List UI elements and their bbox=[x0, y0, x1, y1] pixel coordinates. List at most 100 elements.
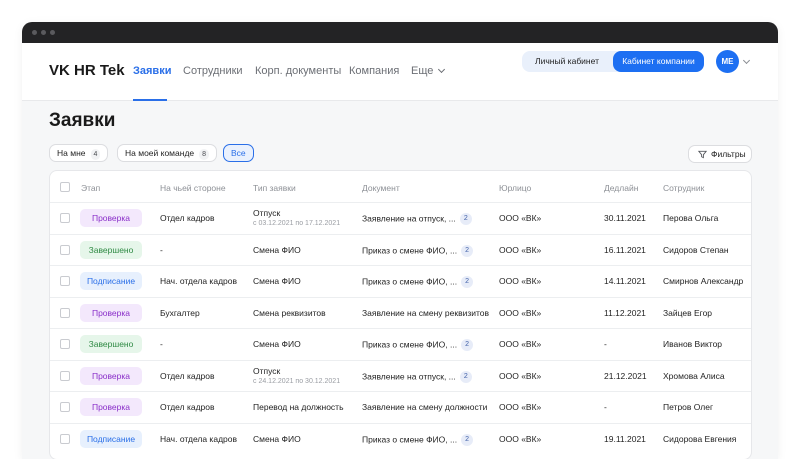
document-link[interactable]: Приказ о смене ФИО, ... bbox=[362, 339, 457, 349]
document-link[interactable]: Заявление на отпуск, ... bbox=[362, 371, 456, 381]
row-checkbox[interactable] bbox=[60, 339, 70, 349]
column-header-deadline[interactable]: Дедлайн bbox=[604, 183, 638, 193]
cell-employee: Зайцев Егор bbox=[663, 307, 713, 318]
status-badge: Проверка bbox=[80, 209, 142, 227]
row-checkbox[interactable] bbox=[60, 213, 70, 223]
cell-document[interactable]: Приказ о смене ФИО, ... 2 bbox=[362, 433, 474, 446]
cell-deadline: 19.11.2021 bbox=[604, 433, 646, 444]
column-header-type[interactable]: Тип заявки bbox=[253, 183, 296, 193]
cell-entity: ООО «ВК» bbox=[499, 433, 542, 444]
cell-side: Бухгалтер bbox=[160, 307, 200, 318]
table-row[interactable]: Подписание Нач. отдела кадров Смена ФИО При… bbox=[50, 265, 751, 296]
column-header-side[interactable]: На чьей стороне bbox=[160, 183, 226, 193]
row-checkbox[interactable] bbox=[60, 276, 70, 286]
cell-deadline: - bbox=[604, 339, 607, 349]
document-link[interactable]: Приказ о смене ФИО, ... bbox=[362, 434, 457, 444]
row-checkbox[interactable] bbox=[60, 370, 70, 381]
cell-side: Отдел кадров bbox=[160, 402, 215, 412]
table-row[interactable]: Завершено - Смена ФИО Приказ о смене ФИО, .… bbox=[50, 328, 751, 359]
cell-employee: Сидоров Степан bbox=[663, 244, 729, 255]
status-badge: Подписание bbox=[80, 429, 142, 448]
avatar-chevron-down-icon[interactable] bbox=[742, 56, 751, 65]
cell-side: Отдел кадров bbox=[160, 370, 215, 381]
cell-deadline: - bbox=[604, 402, 607, 412]
filters-button[interactable]: Фильтры bbox=[688, 145, 752, 163]
document-link[interactable]: Приказ о смене ФИО, ... bbox=[362, 245, 457, 255]
cell-side: - bbox=[160, 244, 163, 255]
document-count-badge: 2 bbox=[461, 244, 474, 257]
cell-document[interactable]: Заявление на отпуск, ... 2 bbox=[362, 370, 472, 383]
row-checkbox[interactable] bbox=[60, 244, 70, 255]
document-count-badge: 2 bbox=[461, 339, 474, 351]
window-maximize-dot[interactable] bbox=[50, 30, 55, 35]
window-minimize-dot[interactable] bbox=[41, 30, 46, 35]
document-link[interactable]: Заявление на отпуск, ... bbox=[362, 213, 456, 223]
cell-type: Смена реквизитов bbox=[253, 308, 326, 318]
chevron-down-icon bbox=[438, 65, 446, 74]
cell-document[interactable]: Заявление на смену должности bbox=[362, 402, 487, 412]
select-all-checkbox[interactable] bbox=[60, 182, 70, 192]
row-checkbox[interactable] bbox=[60, 307, 70, 318]
window-titlebar bbox=[22, 22, 778, 43]
filter-chip-mine[interactable]: На мне 4 bbox=[49, 144, 109, 162]
cell-type: Смена ФИО bbox=[253, 434, 301, 444]
cell-entity: ООО «ВК» bbox=[499, 307, 542, 318]
filter-chip-team[interactable]: На моей команде 8 bbox=[117, 144, 218, 162]
row-checkbox[interactable] bbox=[60, 402, 70, 412]
cell-deadline: 11.12.2021 bbox=[604, 307, 646, 318]
cell-deadline: 21.12.2021 bbox=[604, 370, 647, 381]
document-count-badge: 2 bbox=[459, 213, 472, 225]
cell-deadline: 30.11.2021 bbox=[604, 213, 646, 223]
column-header-employee[interactable]: Сотрудник bbox=[663, 183, 704, 193]
nav-item-company[interactable]: Компания bbox=[349, 65, 399, 77]
document-link[interactable]: Заявление на смену реквизитов bbox=[362, 308, 489, 318]
cell-side: Нач. отдела кадров bbox=[160, 276, 237, 286]
cell-type-label: Смена ФИО bbox=[253, 339, 301, 349]
cell-document[interactable]: Приказ о смене ФИО, ... 2 bbox=[362, 244, 474, 257]
top-navbar: VK HR Tek Заявки Сотрудники Корп. докуме… bbox=[22, 43, 778, 101]
cell-deadline: 14.11.2021 bbox=[604, 276, 646, 286]
column-header-document[interactable]: Документ bbox=[362, 183, 400, 193]
nav-item-more[interactable]: Еще bbox=[411, 65, 446, 77]
cell-employee: Петров Олег bbox=[663, 402, 714, 412]
table-row[interactable]: Проверка Отдел кадров Перевод на должность… bbox=[50, 391, 751, 422]
cell-document[interactable]: Приказ о смене ФИО, ... 2 bbox=[362, 276, 474, 288]
cell-entity: ООО «ВК» bbox=[499, 276, 542, 286]
requests-table: Этап На чьей стороне Тип заявки Документ… bbox=[49, 170, 752, 459]
document-link[interactable]: Заявление на смену должности bbox=[362, 402, 487, 412]
row-checkbox[interactable] bbox=[60, 433, 70, 444]
window-close-dot[interactable] bbox=[32, 30, 37, 35]
cell-side: - bbox=[160, 339, 163, 349]
brand-logo[interactable]: VK HR Tek bbox=[49, 62, 125, 79]
nav-item-employees[interactable]: Сотрудники bbox=[183, 65, 243, 77]
cell-type-label: Смена ФИО bbox=[253, 276, 301, 286]
cell-employee: Иванов Виктор bbox=[663, 339, 723, 349]
filter-chip-all[interactable]: Все bbox=[223, 144, 254, 162]
cell-type: Смена ФИО bbox=[253, 276, 301, 286]
cell-document[interactable]: Заявление на смену реквизитов bbox=[362, 308, 489, 318]
avatar[interactable]: ME bbox=[716, 50, 739, 73]
column-header-entity[interactable]: Юрлицо bbox=[499, 183, 531, 193]
personal-cabinet-button[interactable]: Личный кабинет bbox=[522, 51, 612, 72]
chip-label: Все bbox=[231, 148, 246, 158]
cell-entity: ООО «ВК» bbox=[499, 370, 542, 381]
nav-item-corp-docs[interactable]: Корп. документы bbox=[255, 65, 341, 77]
table-row[interactable]: Подписание Нач. отдела кадров Смена ФИО При… bbox=[50, 422, 751, 454]
cell-document[interactable]: Приказ о смене ФИО, ... 2 bbox=[362, 339, 474, 351]
chip-count: 4 bbox=[90, 149, 101, 160]
column-header-stage[interactable]: Этап bbox=[81, 183, 100, 193]
table-row[interactable]: Проверка Бухгалтер Смена реквизитов Заявлен… bbox=[50, 296, 751, 328]
chip-count: 8 bbox=[199, 149, 210, 160]
nav-more-label: Еще bbox=[411, 65, 434, 77]
company-cabinet-button[interactable]: Кабинет компании bbox=[613, 51, 704, 72]
cell-document[interactable]: Заявление на отпуск, ... 2 bbox=[362, 213, 472, 225]
page-title: Заявки bbox=[49, 110, 116, 131]
table-row[interactable]: Проверка Отдел кадров Отпуск с 03.12.2021 п… bbox=[50, 202, 751, 233]
document-link[interactable]: Приказ о смене ФИО, ... bbox=[362, 276, 457, 286]
nav-item-requests[interactable]: Заявки bbox=[133, 65, 171, 77]
table-row[interactable]: Проверка Отдел кадров Отпуск с 24.12.2021 п… bbox=[50, 359, 751, 391]
cell-deadline: 16.11.2021 bbox=[604, 244, 646, 255]
cell-entity: ООО «ВК» bbox=[499, 402, 542, 412]
cell-type: Отпуск с 24.12.2021 по 30.12.2021 bbox=[253, 366, 340, 385]
table-row[interactable]: Завершено - Смена ФИО Приказ о смене ФИО, .… bbox=[50, 233, 751, 265]
